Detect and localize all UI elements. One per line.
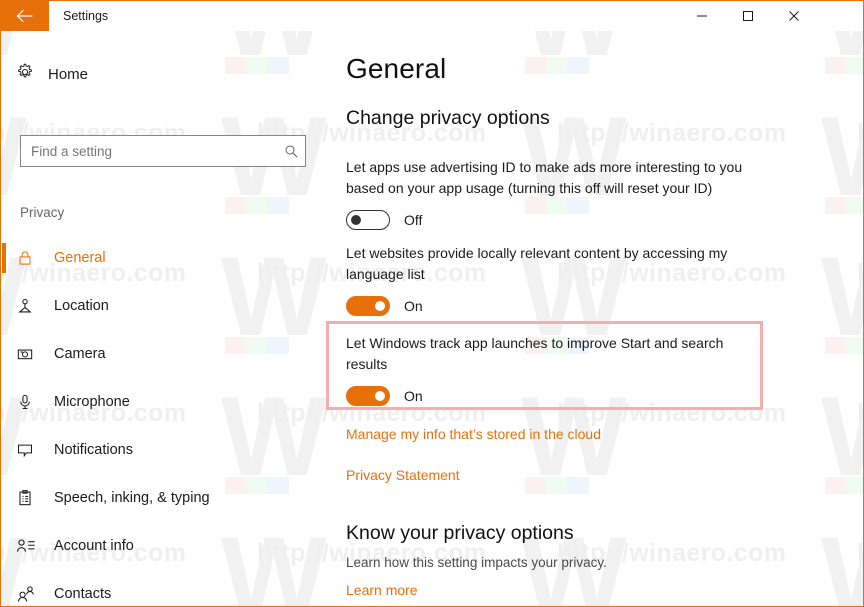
- sidebar-item-label: Account info: [54, 538, 134, 554]
- search-icon[interactable]: [277, 144, 305, 159]
- settings-window: Whttp://winaero.comWhttp://winaero.comWh…: [0, 0, 864, 607]
- setting-language-list: Let websites provide locally relevant co…: [346, 243, 766, 316]
- section-title: Change privacy options: [346, 107, 550, 129]
- toggle-state-label: Off: [404, 212, 423, 228]
- search-input[interactable]: [21, 143, 277, 159]
- setting-description: Let Windows track app launches to improv…: [346, 335, 724, 372]
- account-list-icon: [16, 537, 52, 555]
- search-box[interactable]: [20, 135, 306, 167]
- window-title: Settings: [63, 9, 109, 23]
- lock-icon: [16, 249, 52, 267]
- sidebar-item-label: Notifications: [54, 442, 133, 458]
- sidebar: Home Privacy General Location Camera Microp…: [2, 31, 321, 606]
- sidebar-item-home[interactable]: Home: [16, 59, 88, 89]
- sidebar-item-label: Camera: [54, 346, 106, 362]
- sidebar-home-label: Home: [48, 65, 89, 83]
- microphone-icon: [16, 393, 52, 411]
- link-privacy-statement[interactable]: Privacy Statement: [346, 467, 460, 483]
- setting-description: Let apps use advertising ID to make ads …: [346, 159, 743, 196]
- setting-track-app-launches: Let Windows track app launches to improv…: [346, 333, 766, 406]
- close-button[interactable]: [771, 1, 817, 31]
- sidebar-item-account-info[interactable]: Account info: [2, 522, 321, 570]
- contacts-icon: [16, 585, 52, 603]
- sidebar-category-label: Privacy: [20, 205, 65, 220]
- toggle-switch[interactable]: [346, 210, 390, 230]
- camera-icon: [16, 345, 52, 363]
- setting-description: Let websites provide locally relevant co…: [346, 245, 728, 282]
- toggle-language-list[interactable]: On: [346, 296, 766, 316]
- sidebar-item-label: Speech, inking, & typing: [54, 490, 210, 506]
- link-manage-cloud-info[interactable]: Manage my info that’s stored in the clou…: [346, 426, 601, 442]
- sidebar-nav-list: General Location Camera Microphone Notificat…: [2, 234, 321, 606]
- sidebar-item-label: General: [54, 250, 106, 266]
- toggle-switch[interactable]: [346, 296, 390, 316]
- gear-icon: [16, 63, 34, 86]
- minimize-button[interactable]: [679, 1, 725, 31]
- know-privacy-title: Know your privacy options: [346, 522, 574, 544]
- sidebar-item-label: Microphone: [54, 394, 130, 410]
- sidebar-item-label: Location: [54, 298, 109, 314]
- toggle-state-label: On: [404, 298, 423, 314]
- sidebar-item-label: Contacts: [54, 586, 112, 602]
- sidebar-item-general[interactable]: General: [2, 234, 321, 282]
- toggle-switch[interactable]: [346, 386, 390, 406]
- toggle-advertising-id[interactable]: Off: [346, 210, 766, 230]
- clipboard-icon: [16, 489, 52, 507]
- link-learn-more[interactable]: Learn more: [346, 582, 418, 598]
- sidebar-item-speech-inking-typing[interactable]: Speech, inking, & typing: [2, 474, 321, 522]
- sidebar-item-contacts[interactable]: Contacts: [2, 570, 321, 606]
- know-privacy-subtitle: Learn how this setting impacts your priv…: [346, 555, 607, 570]
- toggle-state-label: On: [404, 388, 423, 404]
- page-title: General: [346, 53, 447, 84]
- maximize-button[interactable]: [725, 1, 771, 31]
- sidebar-item-camera[interactable]: Camera: [2, 330, 321, 378]
- location-pin-icon: [16, 297, 52, 315]
- toggle-track-app-launches[interactable]: On: [346, 386, 766, 406]
- content-pane: General Change privacy options Let apps …: [321, 31, 863, 606]
- selection-accent-bar: [2, 243, 6, 273]
- sidebar-item-notifications[interactable]: Notifications: [2, 426, 321, 474]
- setting-advertising-id: Let apps use advertising ID to make ads …: [346, 157, 766, 230]
- sidebar-item-microphone[interactable]: Microphone: [2, 378, 321, 426]
- title-bar: Settings: [1, 1, 863, 31]
- sidebar-item-location[interactable]: Location: [2, 282, 321, 330]
- back-button[interactable]: [1, 1, 49, 31]
- speech-bubble-icon: [16, 441, 52, 459]
